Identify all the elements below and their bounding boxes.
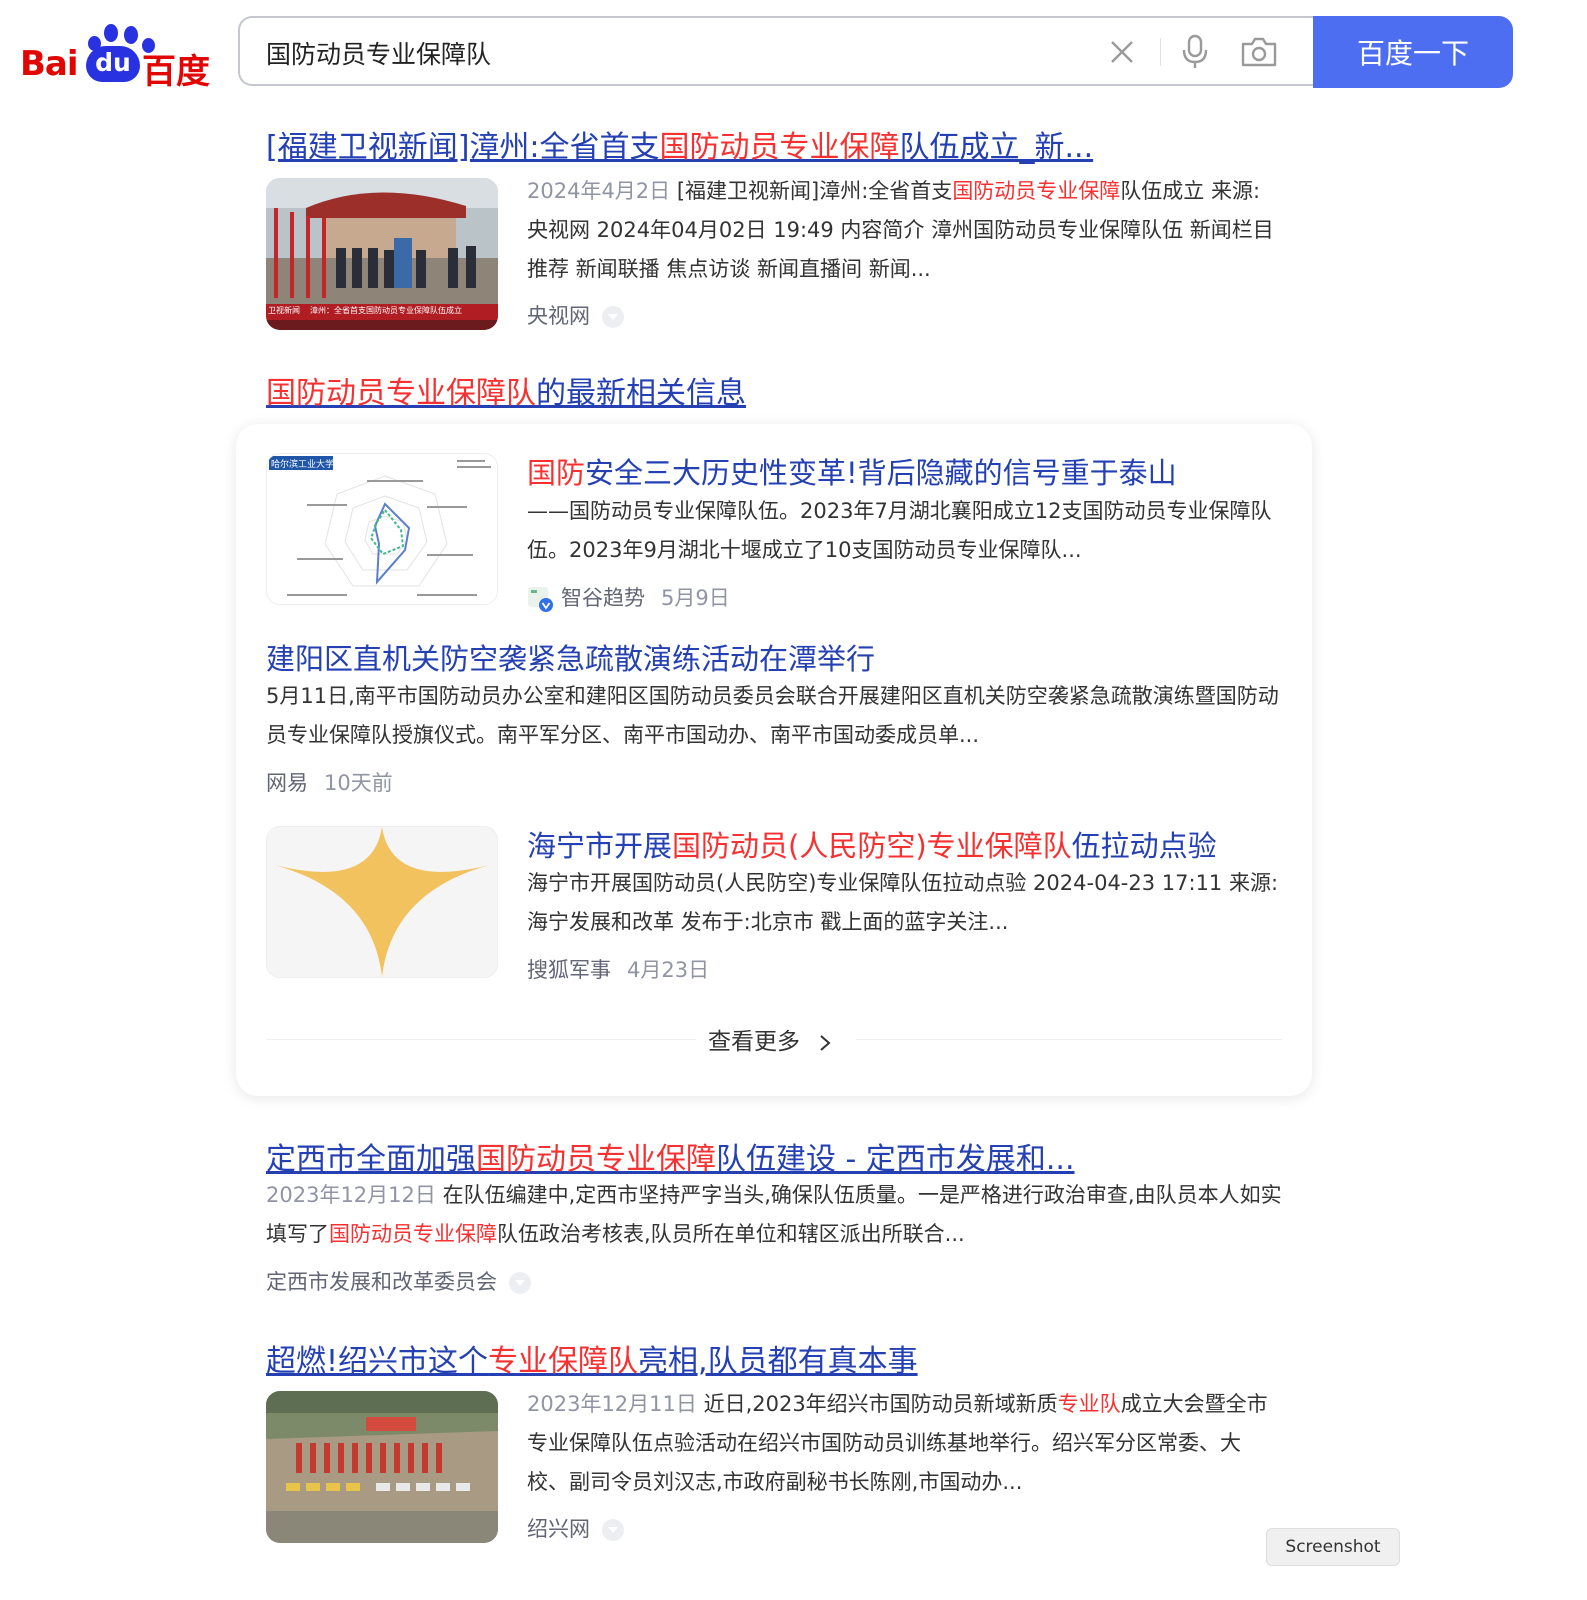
verified-avatar-icon (527, 586, 553, 612)
clear-icon[interactable] (1102, 32, 1142, 72)
result-title-3[interactable]: 超燃!绍兴市这个专业保障队亮相,队员都有真本事 (266, 1336, 918, 1380)
screenshot-tooltip: Screenshot (1266, 1528, 1400, 1566)
chevron-down-icon[interactable] (602, 306, 624, 328)
news-source-2[interactable]: 网易 10天前 (266, 767, 393, 797)
result-snippet-1: 2024年4月2日 [福建卫视新闻]漳州:全省首支国防动员专业保障队伍成立 来源… (527, 179, 1274, 281)
camera-icon[interactable] (1239, 32, 1279, 72)
chevron-down-icon[interactable] (509, 1272, 531, 1294)
result-snippet-2: 2023年12月12日 在队伍编建中,定西市坚持严字当头,确保队伍质量。一是严格… (266, 1183, 1282, 1246)
result-source-2[interactable]: 定西市发展和改革委员会 (266, 1266, 531, 1296)
search-box (238, 16, 1313, 86)
logo-text-bai: Bai (20, 44, 79, 84)
logo-text-baidu: 百度 (142, 52, 210, 92)
baidu-logo[interactable]: Bai du 百度 (20, 24, 210, 92)
news-source-3[interactable]: 搜狐军事 4月23日 (527, 954, 709, 984)
result-thumbnail-1[interactable]: 卫视新闻 漳州：全省首支国防动员专业保障队伍成立 (266, 178, 498, 330)
result-snippet-3: 2023年12月11日 近日,2023年绍兴市国防动员新域新质专业队成立大会暨全… (527, 1392, 1268, 1494)
result-title-1[interactable]: [福建卫视新闻]漳州:全省首支国防动员专业保障队伍成立_新... (266, 122, 1093, 166)
news-snippet-3: 海宁市开展国防动员(人民防空)专业保障队伍拉动点验 2024-04-23 17:… (527, 871, 1279, 934)
news-thumbnail-1[interactable]: 哈尔滨工业大学 (266, 453, 498, 605)
divider (266, 1039, 696, 1040)
thumb-caption: 漳州：全省首支国防动员专业保障队伍成立 (310, 306, 462, 315)
thumb-label: 哈尔滨工业大学 (271, 460, 335, 470)
result-source-1[interactable]: 央视网 (527, 300, 624, 330)
microphone-icon[interactable] (1175, 32, 1215, 72)
news-snippet-2: 5月11日,南平市国防动员办公室和建阳区国防动员委员会联合开展建阳区直机关防空袭… (266, 684, 1279, 747)
divider (856, 1039, 1282, 1040)
chevron-right-icon (820, 1034, 831, 1051)
see-more-button[interactable]: 查看更多 (708, 1022, 833, 1056)
thumb-tag: 卫视新闻 (268, 306, 300, 315)
news-thumbnail-3[interactable] (266, 826, 498, 978)
search-button[interactable]: 百度一下 (1313, 16, 1513, 88)
result-title-2[interactable]: 定西市全面加强国防动员专业保障队伍建设 - 定西市发展和... (266, 1134, 1075, 1178)
news-title-3[interactable]: 海宁市开展国防动员(人民防空)专业保障队伍拉动点验 (527, 823, 1217, 865)
search-input[interactable] (264, 34, 1068, 72)
news-heading[interactable]: 国防动员专业保障队的最新相关信息 (266, 368, 746, 412)
result-source-3[interactable]: 绍兴网 (527, 1513, 624, 1543)
news-title-1[interactable]: 国防安全三大历史性变革!背后隐藏的信号重于泰山 (527, 450, 1177, 492)
chevron-down-icon[interactable] (602, 1519, 624, 1541)
result-thumbnail-3[interactable] (266, 1391, 498, 1543)
news-title-2[interactable]: 建阳区直机关防空袭紧急疏散演练活动在潭举行 (266, 636, 875, 678)
news-source-1[interactable]: 智谷趋势 5月9日 (527, 582, 730, 612)
news-snippet-1: ——国防动员专业保障队伍。2023年7月湖北襄阳成立12支国防动员专业保障队伍。… (527, 499, 1272, 562)
